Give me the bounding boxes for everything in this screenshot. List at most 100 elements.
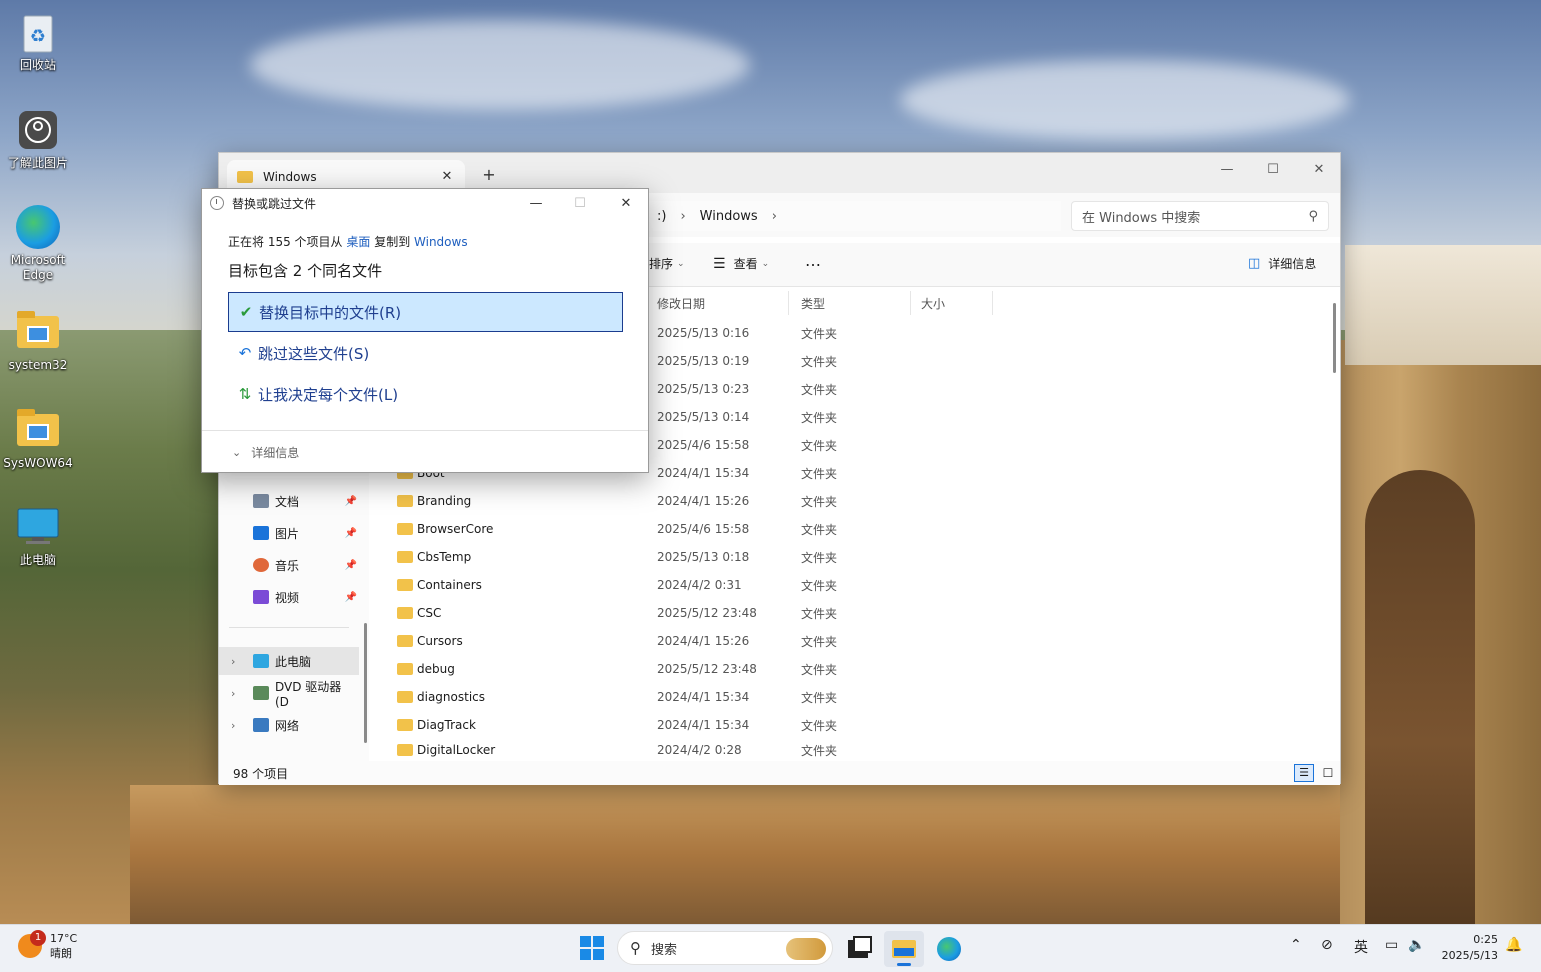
clock-icon	[210, 196, 224, 210]
chevron-right-icon: ›	[680, 208, 686, 224]
view-button[interactable]: ☰ 查看 ⌄	[713, 255, 769, 272]
folder-icon	[16, 408, 60, 452]
details-view-icon[interactable]: ☰	[1294, 764, 1314, 782]
skip-files-option[interactable]: ↶ 跳过这些文件(S)	[228, 333, 623, 373]
breadcrumb-current[interactable]: Windows	[700, 209, 758, 224]
column-header-type[interactable]: 类型	[793, 291, 911, 315]
table-row[interactable]: Branding 2024/4/1 15:26 文件夹	[379, 487, 1329, 515]
taskbar-edge[interactable]	[929, 931, 969, 967]
explorer-titlebar[interactable]: Windows ✕ + — ☐ ✕	[219, 153, 1340, 193]
replace-or-skip-dialog[interactable]: 替换或跳过文件 — ☐ ✕ 正在将 155 个项目从 桌面 复制到 Window…	[201, 188, 649, 473]
nav-scrollbar[interactable]	[364, 623, 367, 743]
table-row[interactable]: CbsTemp 2025/5/13 0:18 文件夹	[379, 543, 1329, 571]
task-view-button[interactable]	[838, 931, 878, 967]
folder-icon	[397, 719, 413, 731]
desktop-icon-syswow64[interactable]: SysWOW64	[2, 408, 74, 471]
folder-icon	[397, 551, 413, 563]
column-header-size[interactable]: 大小	[913, 291, 993, 315]
destination-link[interactable]: Windows	[414, 235, 468, 249]
search-icon: ⚲	[630, 939, 641, 957]
folder-icon	[397, 663, 413, 675]
camera-icon	[16, 108, 60, 152]
minimize-button[interactable]: —	[1204, 153, 1250, 185]
search-highlight-icon	[786, 938, 826, 960]
nav-label: 图片	[275, 526, 300, 541]
chevron-right-icon[interactable]: ›	[231, 687, 235, 700]
desktop-icon-edge[interactable]: Microsoft Edge	[2, 205, 74, 283]
network-offline-icon[interactable]: ⊘	[1321, 937, 1333, 953]
option-label: 让我决定每个文件(L)	[258, 385, 399, 404]
input-method-indicator[interactable]: 英	[1354, 937, 1368, 957]
table-row[interactable]: Cursors 2024/4/1 15:26 文件夹	[379, 627, 1329, 655]
more-details-toggle[interactable]: ⌄ 详细信息	[202, 430, 648, 473]
replace-files-option[interactable]: ✔ 替换目标中的文件(R)	[228, 292, 623, 332]
chevron-up-icon[interactable]: ⌃	[1290, 937, 1302, 953]
pin-icon: 📌	[344, 591, 357, 603]
nav-item-network[interactable]: › 网络	[219, 711, 359, 739]
view-label: 查看	[733, 257, 758, 271]
taskbar-search[interactable]: ⚲ 搜索	[617, 931, 833, 965]
pin-icon: 📌	[344, 559, 357, 571]
more-options-button[interactable]: …	[805, 251, 821, 270]
system-clock[interactable]: 0:25 2025/5/13	[1436, 932, 1498, 964]
desktop-icon-recycle-bin[interactable]: ♻ 回收站	[2, 10, 74, 73]
chevron-right-icon[interactable]: ›	[231, 655, 235, 668]
display-icon[interactable]: ▭	[1385, 937, 1398, 953]
taskbar-file-explorer[interactable]	[884, 931, 924, 967]
close-button[interactable]: ✕	[1296, 153, 1342, 185]
maximize-button[interactable]: ☐	[1250, 153, 1296, 185]
monitor-icon	[253, 654, 269, 668]
nav-item-videos[interactable]: 视频 📌	[219, 583, 359, 611]
volume-icon[interactable]: 🔈	[1408, 937, 1425, 953]
file-list-scrollbar[interactable]	[1333, 303, 1336, 373]
dialog-titlebar[interactable]: 替换或跳过文件 — ☐ ✕	[202, 189, 648, 217]
dialog-close-button[interactable]: ✕	[604, 189, 648, 217]
tiles-view-icon[interactable]: ☐	[1319, 764, 1337, 782]
nav-item-dvd[interactable]: › DVD 驱动器 (D	[219, 679, 359, 709]
nav-item-this-pc[interactable]: › 此电脑	[219, 647, 359, 675]
desktop-icon-label: 此电脑	[19, 553, 56, 567]
weather-widget[interactable]: 1 17°C 晴朗	[18, 930, 77, 961]
nav-label: 文档	[275, 494, 300, 509]
table-row[interactable]: CSC 2025/5/12 23:48 文件夹	[379, 599, 1329, 627]
desktop-icon-label: system32	[8, 358, 68, 372]
address-bar[interactable]: :) › Windows ›	[649, 201, 1061, 231]
table-row[interactable]: debug 2025/5/12 23:48 文件夹	[379, 655, 1329, 683]
nav-label: 视频	[275, 590, 300, 605]
close-tab-icon[interactable]: ✕	[439, 169, 455, 184]
new-tab-button[interactable]: +	[479, 165, 499, 185]
dialog-minimize-button[interactable]: —	[514, 189, 558, 217]
nav-item-music[interactable]: 音乐 📌	[219, 551, 359, 579]
details-pane-button[interactable]: ◫ 详细信息	[1248, 255, 1316, 272]
table-row[interactable]: DiagTrack 2024/4/1 15:34 文件夹	[379, 711, 1329, 739]
nav-item-documents[interactable]: 文档 📌	[219, 487, 359, 515]
source-link[interactable]: 桌面	[346, 235, 370, 249]
option-label: 替换目标中的文件(R)	[259, 303, 402, 322]
decide-each-file-option[interactable]: ⇅ 让我决定每个文件(L)	[228, 374, 623, 414]
desktop-icon-this-pc[interactable]: 此电脑	[2, 505, 74, 568]
desktop-icon-system32[interactable]: system32	[2, 310, 74, 373]
sort-button[interactable]: 排序 ⌄	[649, 255, 685, 272]
notification-badge: 1	[30, 930, 46, 946]
desktop-icon-label: Microsoft Edge	[10, 253, 66, 282]
chevron-right-icon[interactable]: ›	[231, 719, 235, 732]
nav-label: DVD 驱动器 (D	[275, 679, 342, 709]
taskbar: 1 17°C 晴朗 ⚲ 搜索 ⌃ ⊘ 英 ▭ 🔈 0:25 2025/5/13 …	[0, 924, 1541, 972]
search-icon: ⚲	[1308, 208, 1318, 224]
table-row[interactable]: DigitalLocker 2024/4/2 0:28 文件夹	[379, 739, 1329, 761]
folder-icon	[397, 691, 413, 703]
folder-icon	[397, 579, 413, 591]
nav-item-pictures[interactable]: 图片 📌	[219, 519, 359, 547]
table-row[interactable]: diagnostics 2024/4/1 15:34 文件夹	[379, 683, 1329, 711]
start-button[interactable]	[580, 936, 604, 960]
column-header-date[interactable]: 修改日期	[649, 291, 789, 315]
item-count: 98 个项目	[233, 766, 289, 781]
search-input[interactable]: 在 Windows 中搜索 ⚲	[1071, 201, 1329, 231]
table-row[interactable]: Containers 2024/4/2 0:31 文件夹	[379, 571, 1329, 599]
breadcrumb-partial[interactable]: :)	[657, 209, 666, 224]
notifications-icon[interactable]: 🔔	[1505, 937, 1522, 953]
desktop-icon-learn-picture[interactable]: 了解此图片	[2, 108, 74, 171]
pin-icon: 📌	[344, 495, 357, 507]
chevron-right-icon[interactable]: ›	[772, 209, 777, 224]
table-row[interactable]: BrowserCore 2025/4/6 15:58 文件夹	[379, 515, 1329, 543]
